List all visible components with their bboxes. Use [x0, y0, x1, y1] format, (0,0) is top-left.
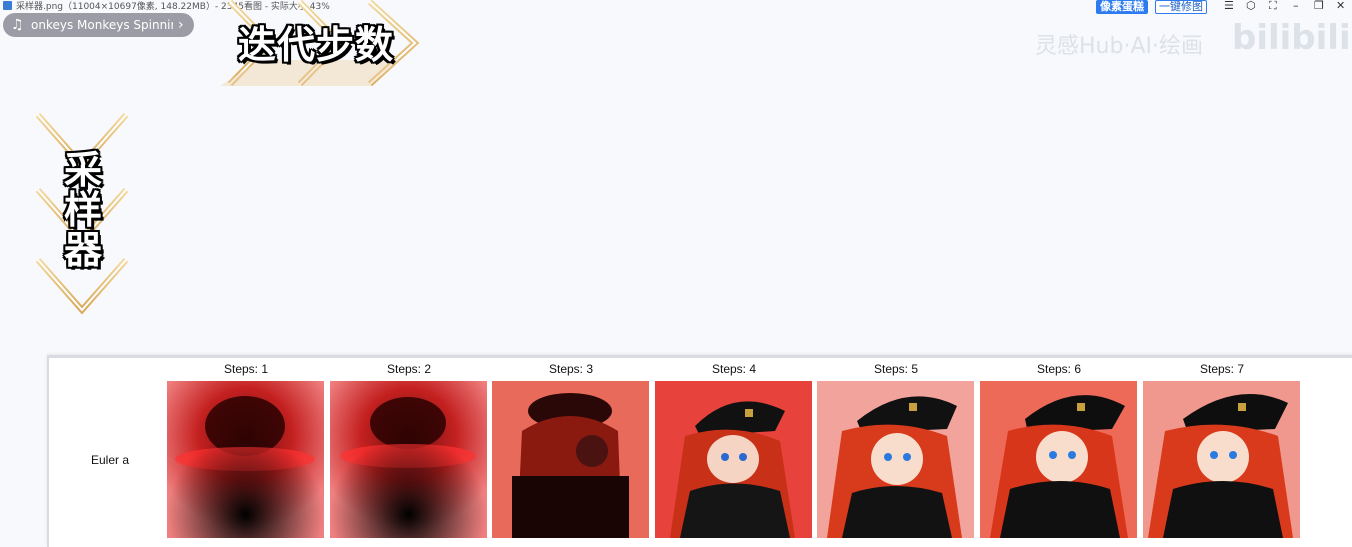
menu-icon[interactable]: ☰	[1224, 0, 1234, 12]
pixel-cake-button[interactable]: 像素蛋糕	[1096, 0, 1148, 14]
column-header: Steps: 6	[1036, 362, 1082, 376]
column-header: Steps: 4	[711, 362, 757, 376]
iteration-steps-banner: 迭代步数	[220, 0, 425, 87]
music-now-playing[interactable]: ♫ onkeys Monkeys Spinning Monkeys ›	[3, 13, 194, 37]
one-click-retouch-button[interactable]: 一键修图	[1155, 0, 1207, 14]
generated-image	[980, 381, 1137, 538]
generated-image	[492, 381, 649, 538]
watermark-text: 灵感Hub·AI·绘画	[1035, 34, 1203, 59]
close-icon[interactable]: ✕	[1336, 0, 1345, 12]
track-title: onkeys Monkeys Spinning Monkeys	[31, 18, 173, 32]
column-header: Steps: 5	[873, 362, 919, 376]
column-header: Steps: 1	[223, 362, 269, 376]
generated-image	[167, 381, 324, 538]
title-bar: 采样器.png（11004×10697像素, 148.22MB）- 2345看图…	[0, 0, 1352, 14]
generated-image	[330, 381, 487, 538]
music-note-icon: ♫	[11, 17, 24, 33]
generated-image	[1143, 381, 1300, 538]
skin-icon[interactable]: ⬡	[1246, 0, 1256, 12]
fullscreen-icon[interactable]: ⛶	[1269, 0, 1277, 12]
image-file-icon	[3, 1, 12, 10]
column-header: Steps: 2	[386, 362, 432, 376]
banner-title-vertical: 采样器	[63, 148, 102, 272]
minimize-icon[interactable]: –	[1293, 0, 1299, 12]
xyz-grid-image[interactable]: Euler a Steps: 1 Steps: 2 Steps: 3 Steps…	[47, 355, 1352, 547]
banner-title: 迭代步数	[238, 23, 395, 67]
bilibili-logo: bilibili	[1232, 18, 1351, 58]
restore-icon[interactable]: ❐	[1314, 0, 1324, 12]
generated-image	[655, 381, 812, 538]
column-header: Steps: 7	[1199, 362, 1245, 376]
chevron-right-icon[interactable]: ›	[178, 13, 184, 37]
row-label-sampler: Euler a	[91, 453, 130, 467]
sampler-banner: 采样器	[35, 110, 129, 315]
generated-image	[817, 381, 974, 538]
column-header: Steps: 3	[548, 362, 594, 376]
